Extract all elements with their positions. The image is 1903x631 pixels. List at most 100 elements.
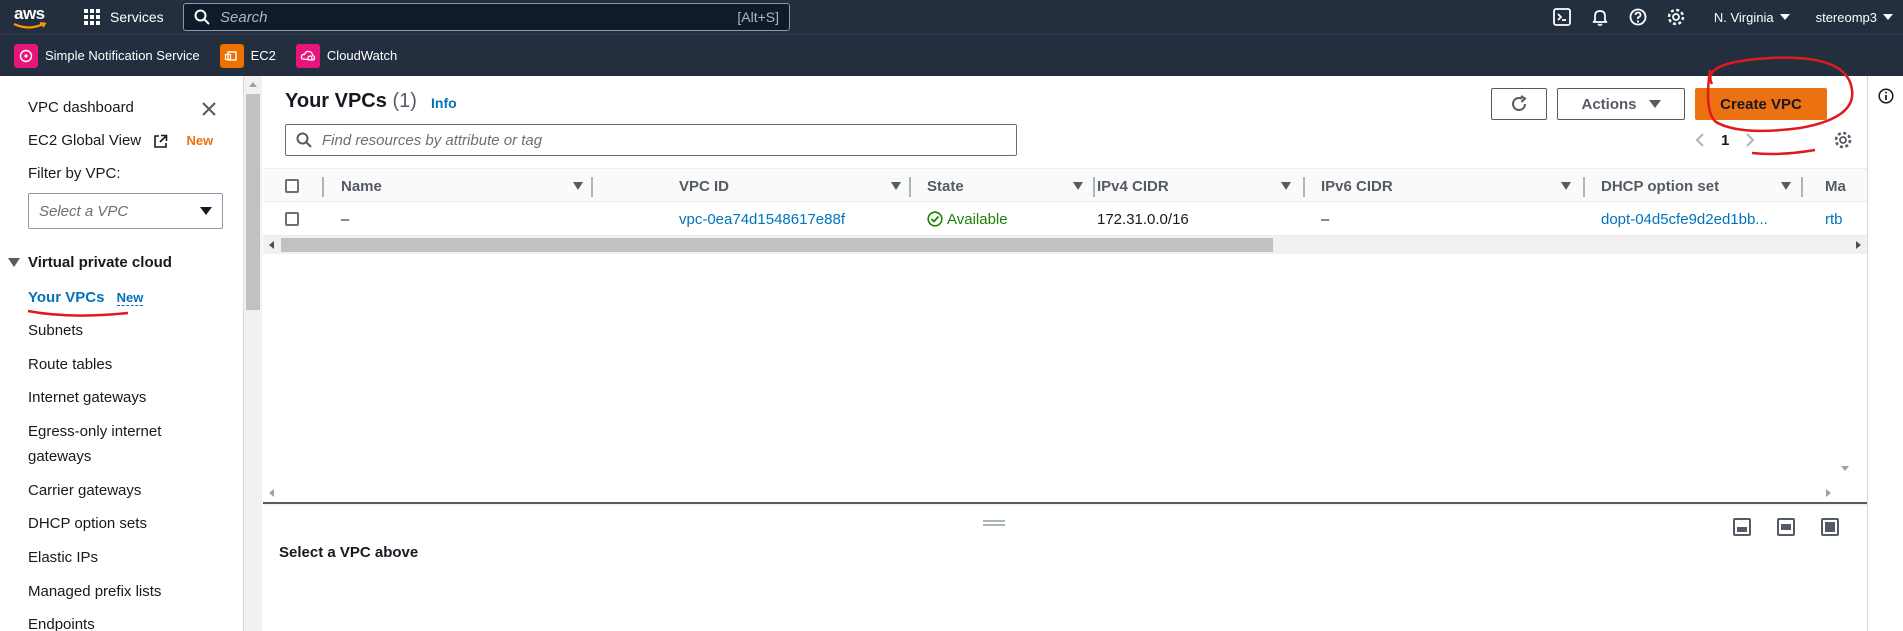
column-header-state[interactable]: State xyxy=(927,169,1097,203)
actions-button[interactable]: Actions xyxy=(1557,88,1685,120)
select-all-checkbox[interactable] xyxy=(285,179,299,193)
page-number[interactable]: 1 xyxy=(1721,132,1729,149)
cell-ipv4-cidr: 172.31.0.0/16 xyxy=(1097,210,1189,228)
sidebar-scrollbar[interactable] xyxy=(244,76,262,631)
new-badge[interactable]: New xyxy=(116,290,144,306)
sidebar-item-vpc-dashboard[interactable]: VPC dashboard xyxy=(28,99,134,116)
region-selector[interactable]: N. Virginia xyxy=(1714,10,1790,25)
sidebar: VPC dashboard EC2 Global View New Filter… xyxy=(0,76,244,631)
scroll-left-arrow-icon[interactable] xyxy=(269,489,274,497)
sort-icon xyxy=(1561,182,1571,190)
column-header-name[interactable]: Name xyxy=(341,169,593,203)
column-separator xyxy=(322,177,324,197)
section-virtual-private-cloud[interactable]: Virtual private cloud xyxy=(8,254,172,271)
caret-down-icon xyxy=(1648,100,1661,108)
scroll-up-arrow-icon[interactable] xyxy=(249,82,257,87)
help-icon[interactable] xyxy=(1628,7,1648,27)
column-header-ipv6-cidr[interactable]: IPv6 CIDR xyxy=(1321,169,1586,203)
column-header-ipv4-cidr[interactable]: IPv4 CIDR xyxy=(1097,169,1307,203)
column-separator xyxy=(1801,177,1803,197)
table-scroll-thumb[interactable] xyxy=(281,238,1273,252)
gear-icon[interactable] xyxy=(1666,7,1686,27)
scroll-down-arrow-icon[interactable] xyxy=(1841,466,1849,471)
close-icon[interactable] xyxy=(200,100,218,118)
resource-filter-input[interactable] xyxy=(322,131,1006,149)
favorites-bar: Simple Notification Service EC2 CloudWat… xyxy=(0,34,1903,76)
column-header-vpc-id[interactable]: VPC ID xyxy=(679,169,911,203)
preferences-gear-icon[interactable] xyxy=(1833,130,1853,150)
split-middle-icon[interactable] xyxy=(1777,518,1795,536)
scroll-right-arrow-icon[interactable] xyxy=(1856,241,1861,249)
column-header-label: IPv6 CIDR xyxy=(1321,177,1393,195)
cell-main-route-table[interactable]: rtb xyxy=(1825,202,1865,236)
cloudwatch-service-icon xyxy=(295,43,320,68)
sidebar-item-your-vpcs[interactable]: Your VPCs New xyxy=(28,289,144,306)
right-help-rail xyxy=(1867,76,1903,631)
aws-smile-icon xyxy=(13,22,47,29)
column-separator xyxy=(1303,177,1305,197)
table-row[interactable]: – vpc-0ea74d1548617e88f Available 172.31… xyxy=(263,202,1867,236)
chevron-right-icon[interactable] xyxy=(1745,132,1755,148)
caret-down-icon xyxy=(1883,14,1893,20)
sidebar-scroll-thumb[interactable] xyxy=(246,94,260,310)
sort-icon xyxy=(891,182,901,190)
sidebar-item-ec2-global-view[interactable]: EC2 Global View New xyxy=(28,132,213,149)
cell-vpc-id[interactable]: vpc-0ea74d1548617e88f xyxy=(679,202,845,236)
cell-dhcp-option-set[interactable]: dopt-04d5cfe9d2ed1bb... xyxy=(1601,202,1768,236)
sort-icon xyxy=(573,182,583,190)
column-header-main-route-table[interactable]: Ma xyxy=(1825,169,1865,203)
sidebar-item-endpoints[interactable]: Endpoints xyxy=(28,616,95,631)
table-horizontal-scrollbar[interactable] xyxy=(263,236,1867,254)
scroll-right-arrow-icon[interactable] xyxy=(1826,489,1831,497)
global-search[interactable]: [Alt+S] xyxy=(183,3,790,31)
split-full-icon[interactable] xyxy=(1821,518,1839,536)
row-checkbox-cell[interactable] xyxy=(285,202,299,236)
sidebar-item-subnets[interactable]: Subnets xyxy=(28,322,83,339)
sidebar-item-label: EC2 Global View xyxy=(28,132,142,149)
sidebar-item-managed-prefix-lists[interactable]: Managed prefix lists xyxy=(28,583,161,600)
main-content: Your VPCs (1) Info Actions Create VPC 1 xyxy=(263,76,1867,631)
sidebar-item-internet-gateways[interactable]: Internet gateways xyxy=(28,389,146,406)
sidebar-item-elastic-ips[interactable]: Elastic IPs xyxy=(28,549,98,566)
panel-horizontal-scrollbar[interactable] xyxy=(263,484,1867,502)
page-title-text: Your VPCs xyxy=(285,90,387,112)
aws-logo-text: aws xyxy=(14,4,45,23)
column-header-dhcp-option-set[interactable]: DHCP option set xyxy=(1601,169,1803,203)
favorite-sns[interactable]: Simple Notification Service xyxy=(14,43,200,68)
cloudshell-icon[interactable] xyxy=(1552,7,1572,27)
info-icon[interactable] xyxy=(1878,88,1894,104)
check-circle-icon xyxy=(927,211,943,227)
create-vpc-button[interactable]: Create VPC xyxy=(1695,88,1827,120)
account-menu[interactable]: stereomp3 xyxy=(1816,10,1893,25)
sidebar-item-carrier-gateways[interactable]: Carrier gateways xyxy=(28,482,141,499)
services-menu[interactable]: Services xyxy=(84,0,164,34)
vpcs-table-panel: Your VPCs (1) Info Actions Create VPC 1 xyxy=(263,76,1867,504)
favorite-ec2[interactable]: EC2 xyxy=(219,43,276,68)
actions-label: Actions xyxy=(1581,95,1637,113)
sidebar-item-egress-only-internet-gateways-line2[interactable]: gateways xyxy=(28,448,91,465)
cell-name: – xyxy=(341,210,350,228)
search-input[interactable] xyxy=(220,8,738,26)
favorite-cloudwatch[interactable]: CloudWatch xyxy=(295,43,397,68)
sidebar-item-dhcp-option-sets[interactable]: DHCP option sets xyxy=(28,515,147,532)
select-all-checkbox-cell[interactable] xyxy=(285,169,299,203)
chevron-left-icon[interactable] xyxy=(1695,132,1705,148)
scroll-left-arrow-icon[interactable] xyxy=(269,241,274,249)
refresh-button[interactable] xyxy=(1491,88,1547,120)
filter-by-vpc-label: Filter by VPC: xyxy=(28,165,121,182)
resource-filter[interactable] xyxy=(285,124,1017,156)
vpc-filter-select[interactable]: Select a VPC xyxy=(28,193,223,229)
split-bottom-icon[interactable] xyxy=(1733,518,1751,536)
account-label: stereomp3 xyxy=(1815,9,1877,25)
column-header-label: Name xyxy=(341,177,382,195)
row-checkbox[interactable] xyxy=(285,212,299,226)
sidebar-item-route-tables[interactable]: Route tables xyxy=(28,356,112,373)
bell-icon[interactable] xyxy=(1590,7,1610,27)
aws-logo[interactable]: aws xyxy=(12,4,50,30)
resize-handle[interactable] xyxy=(983,520,1005,526)
info-link[interactable]: Info xyxy=(431,95,457,111)
sidebar-item-egress-only-internet-gateways[interactable]: Egress-only internet xyxy=(28,423,161,440)
table-header: Name VPC ID State IPv4 CIDR IPv6 CIDR DH… xyxy=(263,168,1867,202)
column-separator xyxy=(909,177,911,197)
state-label: Available xyxy=(947,210,1008,228)
